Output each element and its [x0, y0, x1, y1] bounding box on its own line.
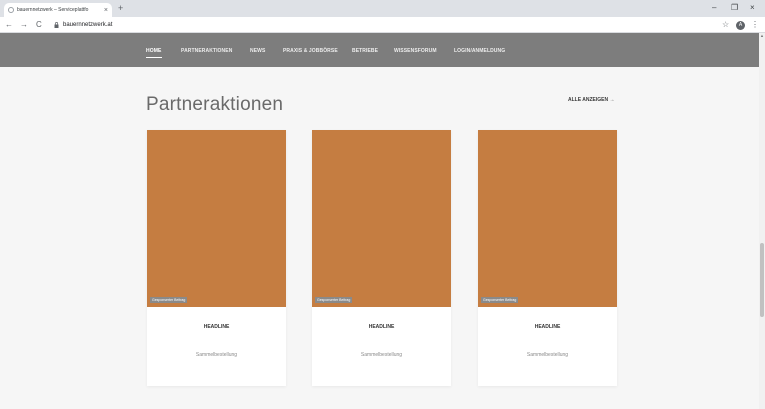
sponsored-badge: Gesponserter Beitrag: [315, 297, 353, 303]
partner-card[interactable]: Gesponserter Beitrag HEADLINE Sammelbest…: [478, 130, 617, 386]
tab-title: bauernnetzwerk – Serviceplattfo: [17, 7, 89, 13]
card-image[interactable]: [312, 130, 451, 307]
nav-item-login[interactable]: LOGIN/ANMELDUNG: [454, 48, 505, 54]
address-bar[interactable]: bauernnetzwerk.at: [63, 21, 112, 29]
card-subtitle: Sammelbestellung: [526, 352, 569, 358]
show-all-link[interactable]: ALLE ANZEIGEN →: [568, 97, 614, 103]
close-window-button[interactable]: ×: [750, 3, 755, 13]
site-navigation: HOME PARTNERAKTIONEN NEWS PRAXIS & JOBBÖ…: [0, 33, 759, 67]
lock-icon: [54, 22, 59, 28]
sponsored-badge: Gesponserter Beitrag: [481, 297, 519, 303]
card-headline[interactable]: HEADLINE: [312, 324, 451, 330]
bookmark-star-icon[interactable]: ☆: [722, 20, 729, 30]
nav-item-news[interactable]: NEWS: [250, 48, 265, 54]
browser-tabstrip: bauernnetzwerk – Serviceplattfo × + – ❐ …: [0, 0, 765, 17]
browser-toolbar: ← → C bauernnetzwerk.at ☆ A ⋮: [0, 17, 765, 33]
card-subtitle: Sammelbestellung: [195, 352, 238, 358]
nav-item-home[interactable]: HOME: [146, 48, 161, 54]
card-image[interactable]: [478, 130, 617, 307]
tab-close-icon[interactable]: ×: [104, 7, 108, 14]
scroll-up-icon[interactable]: ▲: [759, 33, 765, 39]
card-headline[interactable]: HEADLINE: [478, 324, 617, 330]
section-title: Partneraktionen: [146, 94, 284, 115]
card-headline[interactable]: HEADLINE: [147, 324, 286, 330]
card-image[interactable]: [147, 130, 286, 307]
browser-tab[interactable]: bauernnetzwerk – Serviceplattfo ×: [4, 3, 112, 17]
maximize-button[interactable]: ❐: [731, 3, 738, 13]
nav-item-betriebe[interactable]: BETRIEBE: [352, 48, 378, 54]
nav-item-partneraktionen[interactable]: PARTNERAKTIONEN: [181, 48, 232, 54]
minimize-button[interactable]: –: [712, 3, 716, 13]
sponsored-badge: Gesponserter Beitrag: [150, 297, 188, 303]
nav-item-praxis-jobboerse[interactable]: PRAXIS & JOBBÖRSE: [283, 48, 338, 54]
partner-card[interactable]: Gesponserter Beitrag HEADLINE Sammelbest…: [312, 130, 451, 386]
forward-button[interactable]: →: [20, 20, 28, 30]
active-nav-underline: [146, 57, 162, 58]
profile-avatar[interactable]: A: [736, 21, 745, 30]
site-favicon-icon: [8, 7, 14, 13]
scroll-thumb[interactable]: [760, 243, 764, 317]
partner-card[interactable]: Gesponserter Beitrag HEADLINE Sammelbest…: [147, 130, 286, 386]
browser-menu-icon[interactable]: ⋮: [751, 20, 759, 30]
nav-item-wissensforum[interactable]: WISSENSFORUM: [394, 48, 437, 54]
back-button[interactable]: ←: [5, 20, 13, 30]
new-tab-button[interactable]: +: [118, 3, 123, 13]
page-scrollbar[interactable]: ▲: [759, 33, 765, 409]
reload-button[interactable]: C: [36, 20, 42, 30]
card-subtitle: Sammelbestellung: [360, 352, 403, 358]
